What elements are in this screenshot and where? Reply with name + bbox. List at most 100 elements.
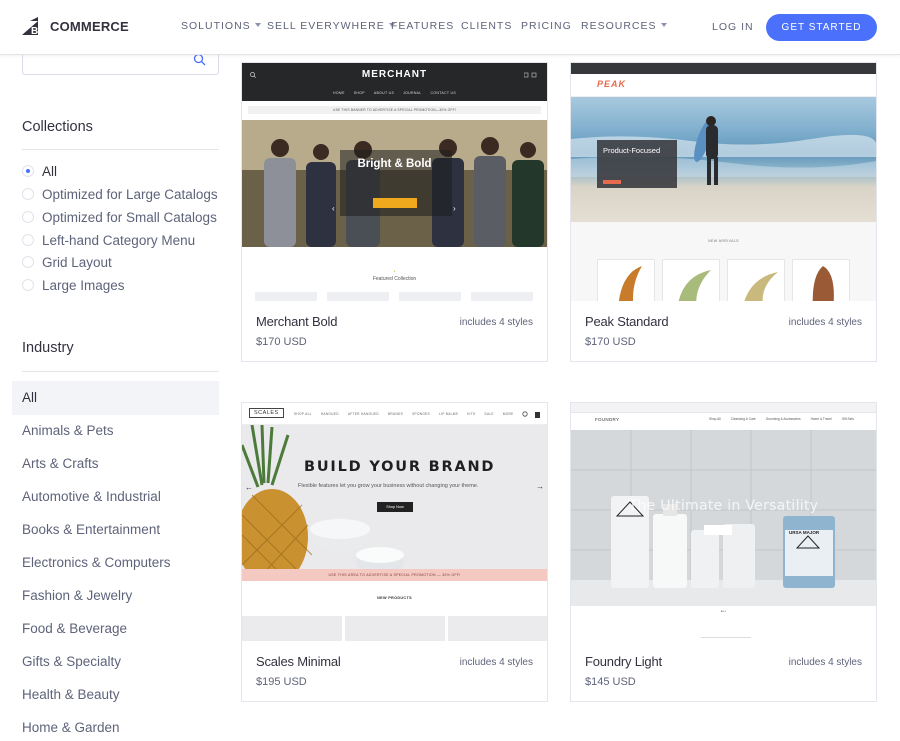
- collection-option-label: Large Images: [42, 277, 125, 293]
- preview-logo: PEAK: [597, 79, 627, 89]
- industry-item-animals-pets[interactable]: Animals & Pets: [22, 423, 114, 438]
- divider: [22, 371, 219, 372]
- preview-nav-item: SALE: [484, 412, 494, 416]
- preview-hero-image: The Ultimate in Versatility URSA MAJOR: [571, 430, 876, 606]
- hero-people-illustration: [242, 120, 547, 247]
- theme-preview-image[interactable]: MERCHANT HOME SHOP ABOUT US JOURNAL CONT…: [242, 63, 547, 301]
- collections-heading: Collections: [22, 119, 93, 135]
- chevron-down-icon: [660, 23, 667, 27]
- nav-pricing[interactable]: PRICING: [521, 20, 572, 32]
- preview-hero-title: Bright & Bold: [357, 158, 432, 170]
- radio-icon[interactable]: [22, 279, 34, 291]
- industry-item-arts-crafts[interactable]: Arts & Crafts: [22, 456, 99, 471]
- preview-hero-image: Bright & Bold ‹ ›: [242, 120, 547, 247]
- product-tile: [597, 259, 655, 301]
- bigcommerce-logo[interactable]: BIG COMMERCE: [22, 14, 129, 38]
- industry-item-electronics[interactable]: Electronics & Computers: [22, 555, 171, 570]
- preview-nav-item: KITS: [467, 412, 476, 416]
- theme-price: $145 USD: [585, 676, 636, 688]
- preview-product-tiles: [242, 616, 547, 641]
- theme-preview-image[interactable]: PEAK Product-Focused NEW ARRIVALS: [571, 63, 876, 301]
- theme-card-peak[interactable]: PEAK Product-Focused NEW ARRIVALS Peak S…: [570, 62, 877, 362]
- preview-logo: FOUNDRY: [595, 417, 620, 422]
- radio-icon[interactable]: [22, 188, 34, 200]
- preview-logo: SCALES: [249, 408, 284, 418]
- industry-item-automotive[interactable]: Automotive & Industrial: [22, 489, 161, 504]
- arrow-right-icon: →: [536, 482, 544, 491]
- industry-item-food[interactable]: Food & Beverage: [22, 621, 127, 636]
- chevron-right-icon: ›: [453, 204, 456, 213]
- preview-nav-item: MORE: [502, 412, 514, 416]
- carousel-dots: •: [242, 269, 547, 275]
- preview-nav-item: Grooming & Accessories: [765, 417, 801, 421]
- preview-nav: HOME SHOP ABOUT US JOURNAL CONTACT US: [242, 91, 547, 95]
- theme-styles-count: includes 4 styles: [459, 317, 533, 328]
- chevron-left-icon: ‹: [332, 204, 335, 213]
- theme-price: $195 USD: [256, 676, 307, 688]
- theme-name[interactable]: Peak Standard: [585, 314, 669, 329]
- theme-styles-count: includes 4 styles: [788, 657, 862, 668]
- preview-product-tiles: [255, 292, 533, 301]
- preview-hero-subtitle: Flexible features let you grow your busi…: [298, 483, 479, 489]
- preview-nav-item: JOURNAL: [403, 91, 422, 95]
- industry-selected-highlight: [12, 381, 219, 415]
- collection-option-small-catalogs[interactable]: Optimized for Small Catalogs: [22, 208, 217, 226]
- theme-card-merchant[interactable]: MERCHANT HOME SHOP ABOUT US JOURNAL CONT…: [241, 62, 548, 362]
- industry-item-home-garden[interactable]: Home & Garden: [22, 720, 120, 735]
- theme-name[interactable]: Merchant Bold: [256, 314, 337, 329]
- collection-option-all[interactable]: All: [22, 162, 57, 180]
- nav-features[interactable]: FEATURES: [391, 20, 454, 32]
- preview-nav-item: Cleansing & Care: [730, 417, 756, 421]
- preview-featured-heading: Featured Collection: [372, 276, 417, 282]
- preview-nav-item: BRANDS: [388, 412, 404, 416]
- radio-selected-icon[interactable]: [22, 165, 34, 177]
- preview-product-label: URSA MAJOR: [789, 530, 820, 535]
- theme-styles-count: includes 4 styles: [459, 657, 533, 668]
- industry-item-fashion[interactable]: Fashion & Jewelry: [22, 588, 132, 603]
- theme-card-foundry[interactable]: FOUNDRY Shop All Cleansing & Care Groomi…: [570, 402, 877, 702]
- theme-preview-image[interactable]: FOUNDRY Shop All Cleansing & Care Groomi…: [571, 403, 876, 641]
- get-started-button[interactable]: GET STARTED: [766, 14, 877, 41]
- collection-option-large-images[interactable]: Large Images: [22, 276, 125, 294]
- collection-option-label: Grid Layout: [42, 254, 112, 270]
- nav-clients[interactable]: CLIENTS: [461, 20, 512, 32]
- preview-hero-button: [373, 198, 417, 208]
- theme-card-scales[interactable]: SCALES SHOP ALL HANGUED AFTER HANGUED BR…: [241, 402, 548, 702]
- preview-nav-item: Home & Travel: [810, 417, 832, 421]
- preview-shop-now-button: Shop Now: [377, 502, 413, 512]
- industry-item-gifts[interactable]: Gifts & Specialty: [22, 654, 121, 669]
- preview-nav: Shop All Cleansing & Care Grooming & Acc…: [709, 417, 854, 421]
- theme-preview-image[interactable]: SCALES SHOP ALL HANGUED AFTER HANGUED BR…: [242, 403, 547, 641]
- preview-nav-item: CONTACT US: [430, 91, 456, 95]
- preview-nav-item: SPONGES: [412, 412, 430, 416]
- nav-sell-everywhere[interactable]: SELL EVERYWHERE: [267, 20, 395, 32]
- search-icon[interactable]: [193, 53, 207, 67]
- collection-option-large-catalogs[interactable]: Optimized for Large Catalogs: [22, 185, 218, 203]
- radio-icon[interactable]: [22, 211, 34, 223]
- theme-name[interactable]: Foundry Light: [585, 654, 662, 669]
- industry-item-books[interactable]: Books & Entertainment: [22, 522, 160, 537]
- chevron-down-icon: [254, 23, 261, 27]
- theme-name[interactable]: Scales Minimal: [256, 654, 341, 669]
- preview-hero-button: [704, 525, 732, 535]
- search-icon: [250, 72, 256, 78]
- preview-hero-button: [603, 180, 621, 184]
- industry-item-all[interactable]: All: [22, 390, 37, 405]
- arrow-left-icon: ←: [245, 483, 253, 492]
- collection-option-grid-layout[interactable]: Grid Layout: [22, 253, 112, 271]
- login-link[interactable]: LOG IN: [712, 21, 754, 33]
- preview-promo-banner: USE THIS BANNER TO ADVERTISE A SPECIAL P…: [248, 106, 541, 114]
- preview-hero-title: BUILD YOUR BRAND: [304, 459, 496, 475]
- preview-nav: SHOP ALL HANGUED AFTER HANGUED BRANDS SP…: [294, 412, 514, 416]
- nav-solutions[interactable]: SOLUTIONS: [181, 20, 261, 32]
- collection-option-label: Optimized for Large Catalogs: [42, 186, 218, 202]
- nav-resources[interactable]: RESOURCES: [581, 20, 667, 32]
- preview-top-bar: [571, 63, 876, 74]
- radio-icon[interactable]: [22, 256, 34, 268]
- preview-product-tiles: [597, 259, 850, 301]
- industry-item-health[interactable]: Health & Beauty: [22, 687, 120, 702]
- preview-hero-box: Product-Focused: [597, 140, 677, 188]
- divider: [22, 149, 219, 150]
- radio-icon[interactable]: [22, 234, 34, 246]
- collection-option-left-menu[interactable]: Left-hand Category Menu: [22, 231, 195, 249]
